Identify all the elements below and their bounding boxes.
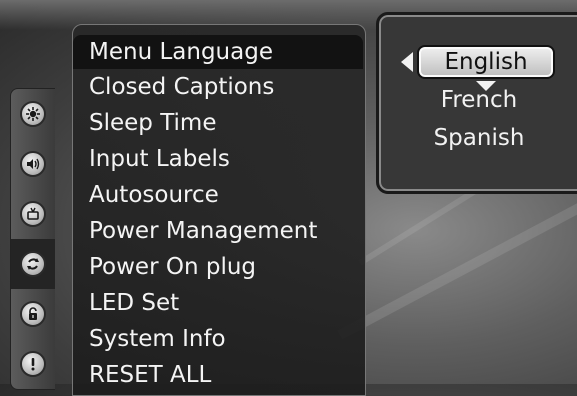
rail-item-lock[interactable]	[11, 289, 55, 339]
category-rail	[10, 88, 55, 390]
setup-menu: Menu Language Closed Captions Sleep Time…	[72, 24, 366, 396]
menu-item-label: RESET ALL	[89, 362, 212, 388]
picture-settings-icon	[20, 101, 46, 127]
tv-channel-icon	[20, 201, 46, 227]
menu-item-label: LED Set	[89, 290, 180, 316]
language-selector-panel: English French Spanish	[376, 12, 577, 194]
rail-item-audio[interactable]	[11, 139, 55, 189]
menu-item-input-labels[interactable]: Input Labels	[73, 142, 363, 176]
menu-item-sleep-time[interactable]: Sleep Time	[73, 106, 363, 140]
menu-item-reset-all[interactable]: RESET ALL	[73, 358, 363, 392]
rail-item-tv[interactable]	[11, 189, 55, 239]
menu-item-closed-captions[interactable]: Closed Captions	[73, 70, 363, 104]
lock-icon	[20, 301, 46, 327]
menu-item-label: Power On plug	[89, 254, 257, 280]
menu-item-led-set[interactable]: LED Set	[73, 286, 363, 320]
rail-item-picture[interactable]	[11, 89, 55, 139]
help-icon	[20, 351, 46, 377]
menu-item-label: Input Labels	[89, 146, 230, 172]
language-option[interactable]: French	[379, 87, 577, 113]
menu-item-autosource[interactable]: Autosource	[73, 178, 363, 212]
language-option[interactable]: Spanish	[379, 125, 577, 151]
menu-item-label: Autosource	[89, 182, 219, 208]
menu-item-label: Sleep Time	[89, 110, 217, 136]
menu-item-label: Power Management	[89, 218, 318, 244]
background-streak	[337, 189, 577, 340]
rail-item-setup[interactable]	[11, 239, 55, 289]
menu-item-label: Menu Language	[89, 39, 273, 65]
language-option-selected[interactable]: English	[417, 45, 555, 79]
arrow-left-icon[interactable]	[401, 52, 413, 72]
menu-item-power-on-plug[interactable]: Power On plug	[73, 250, 363, 284]
menu-item-label: System Info	[89, 326, 226, 352]
rail-item-help[interactable]	[11, 339, 55, 389]
menu-item-power-management[interactable]: Power Management	[73, 214, 363, 248]
menu-item-menu-language[interactable]: Menu Language	[73, 35, 363, 69]
menu-item-system-info[interactable]: System Info	[73, 322, 363, 356]
menu-item-label: Closed Captions	[89, 74, 275, 100]
audio-icon	[20, 151, 46, 177]
setup-icon	[20, 251, 46, 277]
